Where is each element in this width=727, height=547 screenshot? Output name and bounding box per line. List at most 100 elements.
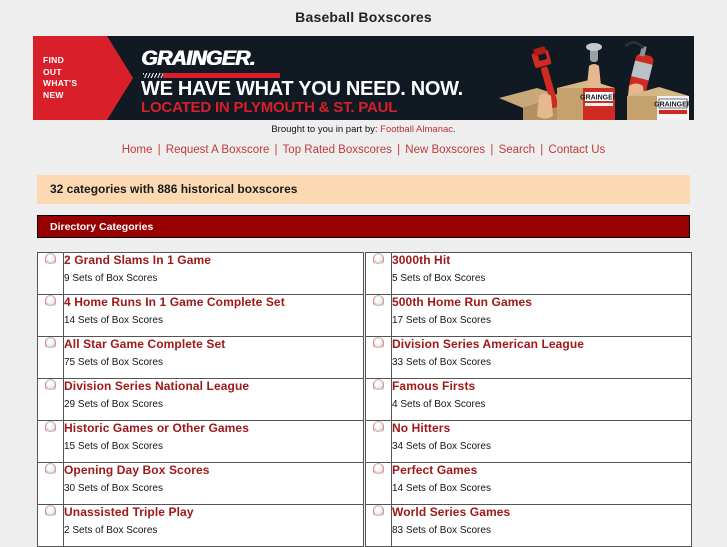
category-link[interactable]: Famous Firsts	[392, 379, 691, 393]
category-link[interactable]: 2 Grand Slams In 1 Game	[64, 253, 363, 267]
main-navigation: Home | Request A Boxscore | Top Rated Bo…	[0, 135, 727, 156]
banner-flag-line-3: WHAT'S	[43, 78, 78, 88]
row-icon-cell	[365, 504, 392, 547]
directory-categories-header: Directory Categories	[37, 215, 690, 238]
nav-separator: |	[540, 144, 544, 156]
category-link[interactable]: 3000th Hit	[392, 253, 691, 267]
nav-item-home[interactable]: Home	[122, 144, 153, 156]
category-sets-count: 4 Sets of Box Scores	[392, 399, 486, 410]
baseball-icon	[373, 337, 384, 349]
category-sets-count: 30 Sets of Box Scores	[64, 483, 163, 494]
row-body-cell: 4 Home Runs In 1 Game Complete Set 14 Se…	[63, 294, 364, 337]
banner-subheadline: LOCATED IN PLYMOUTH & ST. PAUL	[141, 99, 398, 116]
category-sets-count: 15 Sets of Box Scores	[64, 441, 163, 452]
baseball-icon	[373, 253, 384, 265]
table-row: 4 Home Runs In 1 Game Complete Set 14 Se…	[37, 294, 692, 337]
category-sets-count: 14 Sets of Box Scores	[64, 315, 163, 326]
nav-separator: |	[274, 144, 278, 156]
table-row: Unassisted Triple Play 2 Sets of Box Sco…	[37, 504, 692, 547]
category-sets-count: 14 Sets of Box Scores	[392, 483, 491, 494]
category-link[interactable]: 4 Home Runs In 1 Game Complete Set	[64, 295, 363, 309]
baseball-icon	[373, 505, 384, 517]
table-row: All Star Game Complete Set 75 Sets of Bo…	[37, 336, 692, 379]
baseball-icon	[45, 505, 56, 517]
row-body-cell: World Series Games 83 Sets of Box Scores	[391, 504, 692, 547]
banner-flag-text: FIND OUT WHAT'S NEW	[43, 55, 77, 101]
table-row: Historic Games or Other Games 15 Sets of…	[37, 420, 692, 463]
category-sets-count: 34 Sets of Box Scores	[392, 441, 491, 452]
category-sets-count: 75 Sets of Box Scores	[64, 357, 163, 368]
table-row: Opening Day Box Scores 30 Sets of Box Sc…	[37, 462, 692, 505]
baseball-icon	[373, 463, 384, 475]
category-link[interactable]: Historic Games or Other Games	[64, 421, 363, 435]
row-icon-cell	[37, 462, 64, 505]
grainger-advertisement-banner[interactable]: FIND OUT WHAT'S NEW GRAINGER. WE HAVE WH…	[33, 36, 694, 120]
nav-item-request-a-boxscore[interactable]: Request A Boxscore	[166, 144, 270, 156]
nav-item-top-rated-boxscores[interactable]: Top Rated Boxscores	[283, 144, 392, 156]
row-icon-cell	[37, 294, 64, 337]
directory-table: 2 Grand Slams In 1 Game 9 Sets of Box Sc…	[37, 252, 692, 547]
row-body-cell: Division Series American League 33 Sets …	[391, 336, 692, 379]
svg-text:GRAINGER: GRAINGER	[654, 102, 692, 109]
row-body-cell: Historic Games or Other Games 15 Sets of…	[63, 420, 364, 463]
row-body-cell: 3000th Hit 5 Sets of Box Scores	[391, 252, 692, 295]
row-body-cell: Perfect Games 14 Sets of Box Scores	[391, 462, 692, 505]
row-icon-cell	[365, 420, 392, 463]
credit-line: Brought to you in part by: Football Alma…	[33, 120, 694, 135]
banner-wrapper: FIND OUT WHAT'S NEW GRAINGER. WE HAVE WH…	[33, 36, 694, 135]
banner-flag-arrow-icon	[107, 36, 133, 120]
row-icon-cell	[37, 336, 64, 379]
category-link[interactable]: Unassisted Triple Play	[64, 505, 363, 519]
row-icon-cell	[37, 420, 64, 463]
row-body-cell: Opening Day Box Scores 30 Sets of Box Sc…	[63, 462, 364, 505]
nav-item-new-boxscores[interactable]: New Boxscores	[405, 144, 485, 156]
nav-separator: |	[490, 144, 494, 156]
category-sets-count: 5 Sets of Box Scores	[392, 273, 486, 284]
category-link[interactable]: No Hitters	[392, 421, 691, 435]
row-body-cell: Famous Firsts 4 Sets of Box Scores	[391, 378, 692, 421]
category-sets-count: 29 Sets of Box Scores	[64, 399, 163, 410]
table-row: 2 Grand Slams In 1 Game 9 Sets of Box Sc…	[37, 252, 692, 295]
banner-artwork: GRAINGER GRAINGER	[499, 41, 692, 120]
nav-separator: |	[397, 144, 401, 156]
baseball-icon	[45, 421, 56, 433]
baseball-icon	[373, 421, 384, 433]
row-body-cell: Unassisted Triple Play 2 Sets of Box Sco…	[63, 504, 364, 547]
row-icon-cell	[365, 336, 392, 379]
baseball-icon	[45, 463, 56, 475]
row-body-cell: All Star Game Complete Set 75 Sets of Bo…	[63, 336, 364, 379]
table-row: Division Series National League 29 Sets …	[37, 378, 692, 421]
row-body-cell: 2 Grand Slams In 1 Game 9 Sets of Box Sc…	[63, 252, 364, 295]
category-link[interactable]: Perfect Games	[392, 463, 691, 477]
baseball-icon	[45, 337, 56, 349]
category-sets-count: 9 Sets of Box Scores	[64, 273, 158, 284]
row-icon-cell	[365, 378, 392, 421]
category-link[interactable]: Division Series American League	[392, 337, 691, 351]
baseball-icon	[45, 295, 56, 307]
category-link[interactable]: Division Series National League	[64, 379, 363, 393]
category-sets-count: 17 Sets of Box Scores	[392, 315, 491, 326]
row-icon-cell	[365, 252, 392, 295]
banner-flag-line-4: NEW	[43, 89, 64, 100]
football-almanac-link[interactable]: Football Almanac	[380, 124, 453, 135]
category-sets-count: 33 Sets of Box Scores	[392, 357, 491, 368]
row-icon-cell	[37, 252, 64, 295]
row-icon-cell	[365, 462, 392, 505]
credit-prefix: Brought to you in part by:	[271, 124, 378, 135]
nav-separator: |	[157, 144, 161, 156]
baseball-icon	[373, 379, 384, 391]
banner-headline: WE HAVE WHAT YOU NEED. NOW.	[141, 78, 463, 100]
svg-text:GRAINGER: GRAINGER	[580, 95, 618, 102]
category-link[interactable]: All Star Game Complete Set	[64, 337, 363, 351]
row-body-cell: 500th Home Run Games 17 Sets of Box Scor…	[391, 294, 692, 337]
category-link[interactable]: Opening Day Box Scores	[64, 463, 363, 477]
category-link[interactable]: World Series Games	[392, 505, 691, 519]
nav-item-contact-us[interactable]: Contact Us	[548, 144, 605, 156]
credit-suffix: .	[453, 124, 456, 135]
grainger-logo: GRAINGER.	[141, 47, 255, 70]
banner-flag-line-1: FIND	[43, 55, 65, 65]
nav-item-search[interactable]: Search	[499, 144, 535, 156]
baseball-icon	[45, 253, 56, 265]
category-link[interactable]: 500th Home Run Games	[392, 295, 691, 309]
category-sets-count: 2 Sets of Box Scores	[64, 525, 158, 536]
